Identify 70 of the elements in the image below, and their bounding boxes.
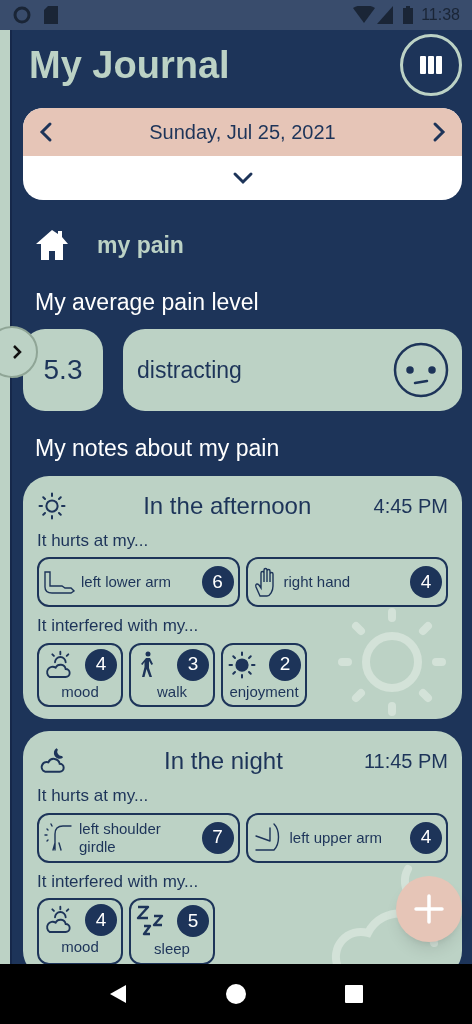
note-card[interactable]: In the afternoon 4:45 PM It hurts at my... left lower arm 6 right hand 4 It interfered with my... 4 mood 3 walk 2 enjoyment (23, 475, 462, 719)
home-button[interactable] (226, 984, 246, 1004)
rating-badge: 4 (85, 648, 117, 681)
home-icon (35, 229, 69, 262)
hurts-label: It hurts at my... (37, 529, 150, 552)
note-time: 4:45 PM (373, 493, 448, 519)
rating-badge: 4 (410, 821, 442, 854)
activity-name: sleep (154, 939, 190, 959)
home-circle-icon (226, 984, 246, 1004)
note-time: 11:45 PM (363, 749, 448, 774)
date-label: Sunday, Jul 25, 2021 (149, 120, 336, 145)
arm-icon (43, 569, 77, 595)
chevron-left-icon (39, 121, 53, 143)
rating-badge: 7 (201, 821, 234, 854)
columns-button[interactable] (400, 34, 462, 96)
note-title: In the afternoon (142, 490, 313, 521)
rating-badge: 6 (201, 566, 234, 598)
activity-chip[interactable]: 2 enjoyment (221, 642, 307, 707)
rating-badge: 3 (177, 648, 209, 681)
neutral-face-icon (392, 341, 450, 399)
chevron-down-icon (231, 171, 254, 185)
rating-badge: 2 (269, 648, 301, 681)
note-title: In the night (163, 746, 284, 776)
battery-icon (403, 6, 414, 24)
interfered-label: It interfered with my... (37, 870, 200, 893)
notes-heading: My notes about my pain (34, 434, 281, 463)
average-value: 5.3 (23, 329, 103, 411)
drawer-handle[interactable] (0, 326, 38, 378)
pain-level-label: distracting (137, 355, 242, 385)
activity-name: enjoyment (229, 681, 299, 702)
location-chip[interactable]: left upper arm 4 (245, 812, 448, 863)
signal-icon (377, 6, 394, 24)
average-heading: My average pain level (34, 287, 260, 317)
circle-icon (12, 5, 32, 25)
next-day-button[interactable] (432, 121, 446, 143)
activity-name: mood (61, 681, 99, 702)
plus-icon (414, 894, 444, 924)
interfered-label: It interfered with my... (37, 615, 200, 637)
location-name: left shoulder girdle (79, 819, 162, 856)
location-name: left lower arm (81, 573, 173, 591)
location-name: right hand (283, 573, 352, 591)
activity-name: mood (61, 937, 99, 957)
sun-icon (227, 649, 257, 680)
hurts-label: It hurts at my... (37, 785, 150, 807)
sun-icon (336, 605, 448, 718)
back-button[interactable] (109, 984, 128, 1004)
previous-day-button[interactable] (39, 121, 53, 143)
location-name: left upper arm (289, 828, 384, 847)
location-chip[interactable]: right hand 4 (245, 557, 448, 607)
rating-badge: 4 (85, 904, 117, 936)
activity-chip[interactable]: 4 mood (37, 642, 123, 707)
section-title: my pain (97, 231, 184, 260)
location-chip[interactable]: left lower arm 6 (37, 557, 240, 607)
sd-card-icon (44, 6, 58, 24)
page-title: My Journal (29, 42, 230, 88)
activity-name: walk (157, 681, 187, 702)
sun-icon (37, 490, 67, 521)
square-icon (344, 985, 363, 1003)
expand-button[interactable] (231, 171, 254, 185)
back-icon (109, 984, 128, 1004)
chevron-right-icon (432, 121, 446, 143)
columns-icon (420, 56, 442, 74)
recents-button[interactable] (344, 985, 363, 1003)
location-chip[interactable]: left shoulder girdle 7 (37, 812, 240, 863)
activity-chip[interactable]: 3 walk (129, 642, 215, 707)
rating-badge: 4 (410, 566, 442, 598)
chevron-right-icon (12, 344, 22, 360)
wifi-icon (353, 6, 376, 24)
note-card[interactable]: In the night 11:45 PM It hurts at my... left shoulder girdle 7 left upper arm 4 It interfered with my... 4 mood 5 sleep (23, 731, 462, 964)
rating-badge: 5 (177, 905, 209, 937)
